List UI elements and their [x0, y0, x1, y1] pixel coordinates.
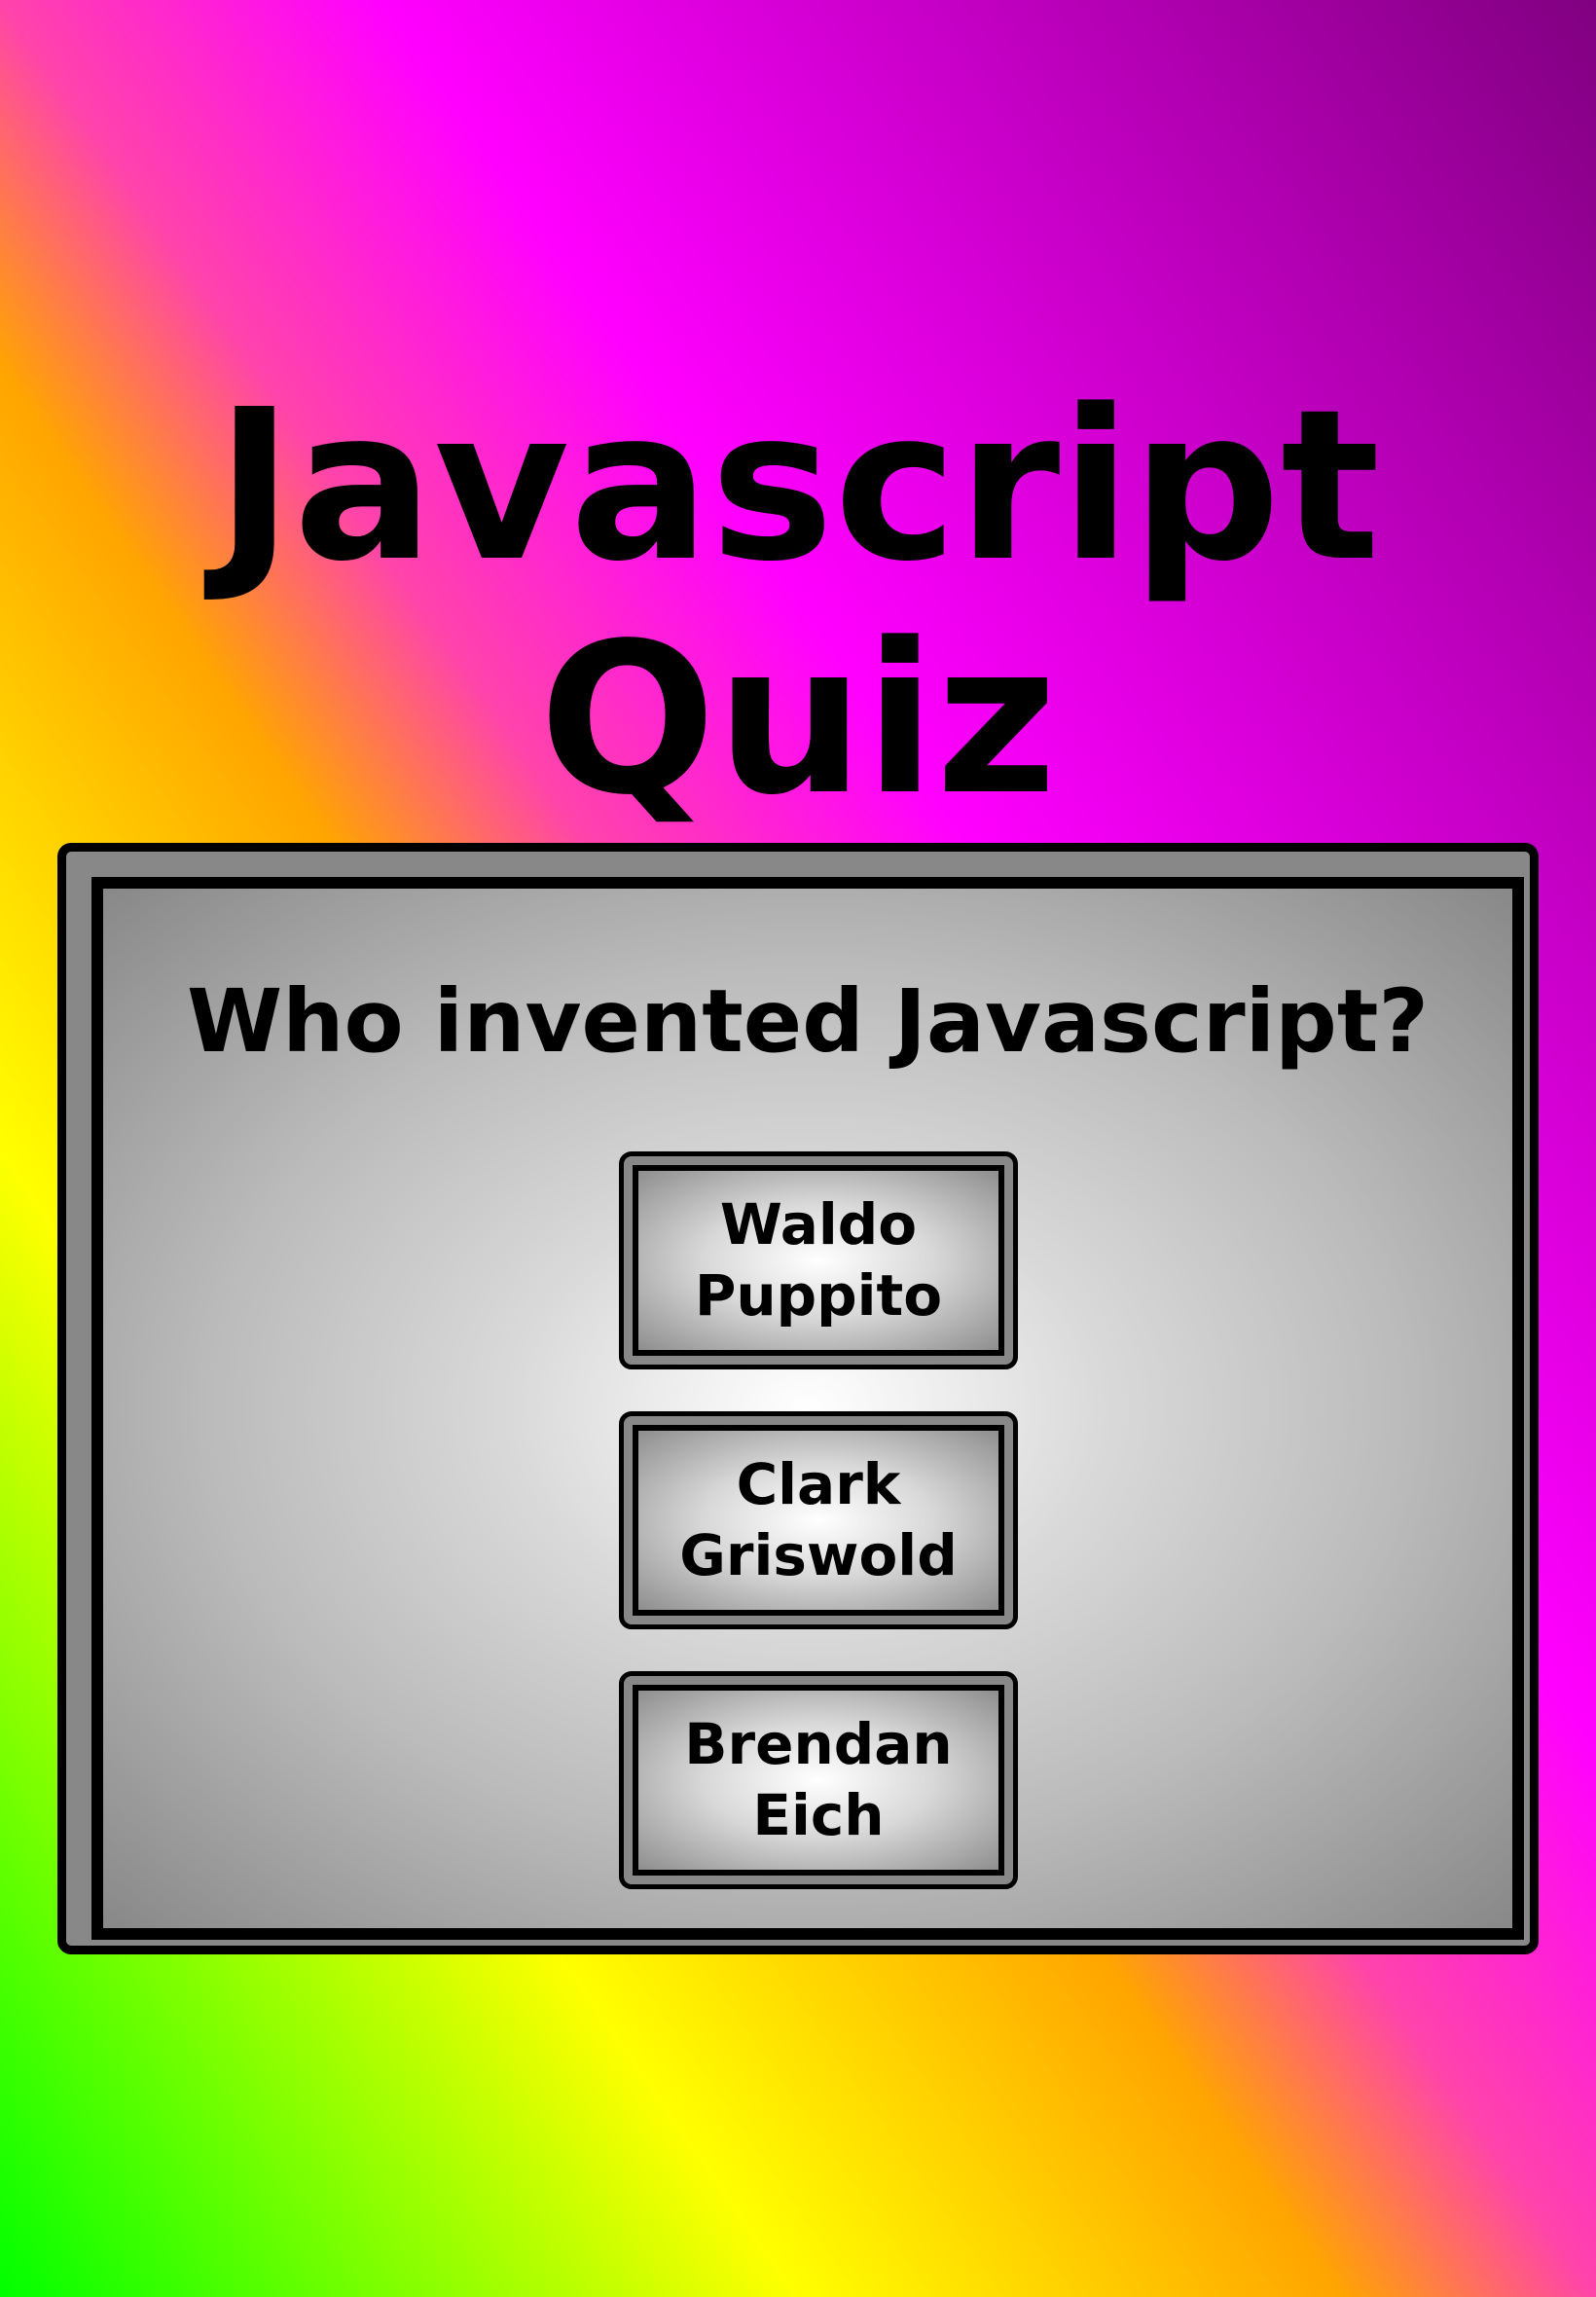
- answer-label-2: Clark Griswold: [679, 1451, 958, 1588]
- answer-button-2[interactable]: Clark Griswold: [619, 1411, 1018, 1629]
- answer-button-1-face[interactable]: Waldo Puppito: [633, 1165, 1004, 1356]
- answer-label-3: Brendan Eich: [684, 1711, 953, 1848]
- answer-button-3-face[interactable]: Brendan Eich: [633, 1685, 1004, 1876]
- answer-button-3[interactable]: Brendan Eich: [619, 1671, 1018, 1889]
- question-card-panel: Who invented Javascript? Waldo Puppito C…: [91, 877, 1524, 1940]
- question-card: Who invented Javascript? Waldo Puppito C…: [57, 843, 1539, 1954]
- question-text: Who invented Javascript?: [186, 970, 1430, 1072]
- answer-label-1: Waldo Puppito: [694, 1191, 943, 1329]
- answer-button-1[interactable]: Waldo Puppito: [619, 1151, 1018, 1369]
- quiz-title-line-1: Javascript: [215, 365, 1381, 607]
- quiz-title: Javascript Quiz: [0, 370, 1596, 837]
- quiz-title-line-2: Quiz: [538, 599, 1058, 841]
- answer-button-2-face[interactable]: Clark Griswold: [633, 1425, 1004, 1616]
